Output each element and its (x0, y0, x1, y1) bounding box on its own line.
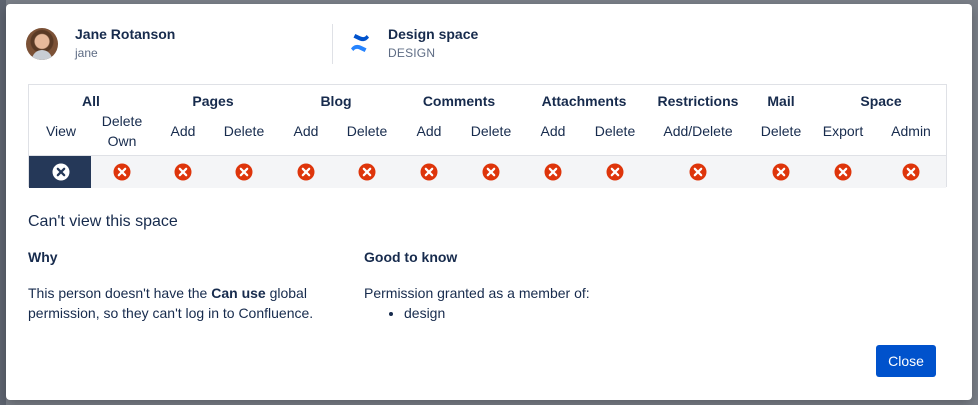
permission-column-header: Delete (594, 123, 636, 139)
denied-icon (606, 163, 624, 181)
denied-icon (544, 163, 562, 181)
user-handle: jane (75, 46, 98, 60)
denied-icon (358, 163, 376, 181)
denied-icon (772, 163, 790, 181)
space-name: Design space (388, 26, 479, 42)
denied-icon (834, 163, 852, 181)
close-button[interactable]: Close (876, 345, 936, 377)
permission-column-header: Delete Own (101, 113, 143, 149)
denied-icon (235, 163, 253, 181)
permission-group-attachments: Attachments (541, 93, 627, 109)
permission-status-row (29, 155, 946, 188)
denied-icon (689, 163, 707, 181)
permission-group-mail: Mail (767, 93, 795, 109)
permission-group-space: Space (860, 93, 902, 109)
permission-group-all: All (82, 93, 100, 109)
permissions-table: All Pages Blog Comments Attachments Restricti… (28, 84, 947, 188)
denied-icon (420, 163, 438, 181)
good-to-know-text: Permission granted as a member of: (364, 285, 590, 301)
permission-column-header: View (45, 123, 77, 139)
status-title: Can't view this space (28, 213, 178, 230)
dialog-header: Jane Rotanson jane Design space DESIGN (6, 4, 972, 84)
denied-icon (113, 163, 131, 181)
permission-group-blog: Blog (320, 93, 352, 109)
denied-icon (174, 163, 192, 181)
avatar (26, 28, 58, 60)
denied-icon (902, 163, 920, 181)
space-key: DESIGN (388, 46, 436, 60)
good-to-know-heading: Good to know (364, 249, 458, 265)
list-item: design (404, 303, 445, 323)
user-name: Jane Rotanson (75, 26, 176, 42)
permission-column-header: Add/Delete (663, 123, 733, 139)
denied-icon (297, 163, 315, 181)
group-list: design (364, 303, 445, 323)
permission-group-comments: Comments (422, 93, 496, 109)
confluence-logo-icon (351, 34, 369, 52)
denied-icon (52, 163, 70, 181)
why-text-bold: Can use (211, 285, 266, 301)
why-heading: Why (28, 249, 58, 265)
denied-icon (482, 163, 500, 181)
permission-column-header: Admin (891, 123, 931, 139)
why-text: This person doesn't have the Can use glo… (28, 285, 314, 321)
permission-group-pages: Pages (192, 93, 234, 109)
header-divider (332, 24, 333, 64)
permission-dialog: Jane Rotanson jane Design space DESIGN A… (6, 4, 972, 400)
